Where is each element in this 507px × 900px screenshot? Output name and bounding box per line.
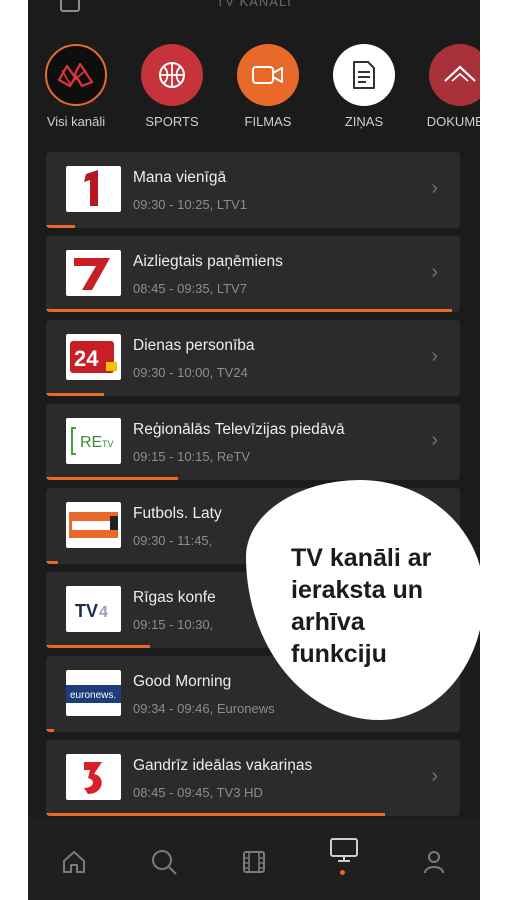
program-title: Aizliegtais paņēmiens bbox=[133, 253, 283, 270]
progress-bar bbox=[46, 813, 386, 816]
chevron-right-icon: › bbox=[431, 429, 438, 451]
chevron-right-icon: › bbox=[431, 177, 438, 199]
channel-row[interactable]: Gandrīz ideālas vakariņas 08:45 - 09:45,… bbox=[46, 740, 460, 816]
tv24-logo: 24 bbox=[66, 334, 121, 380]
svg-text:TV: TV bbox=[102, 439, 114, 449]
program-time: 09:15 - 10:15, ReTV bbox=[133, 449, 251, 464]
tv-icon[interactable] bbox=[324, 830, 364, 870]
program-time: 09:15 - 10:30, bbox=[133, 617, 214, 632]
channel-row[interactable]: RE TV Reģionālās Televīzijas piedāvā 09:… bbox=[46, 404, 460, 480]
profile-icon[interactable] bbox=[414, 842, 454, 882]
euronews-logo: euronews. bbox=[66, 670, 121, 716]
page-title: TV KANĀLI bbox=[216, 0, 292, 9]
category-label: Visi kanāli bbox=[46, 114, 106, 129]
home-icon[interactable] bbox=[54, 842, 94, 882]
program-time: 09:34 - 09:46, Euronews bbox=[133, 701, 275, 716]
category-label: SPORTS bbox=[145, 114, 199, 129]
sportacentrs-logo bbox=[66, 502, 121, 548]
category-documentaries[interactable]: DOKUMEN bbox=[415, 44, 480, 129]
program-title: Gandrīz ideālas vakariņas bbox=[133, 757, 313, 774]
progress-bar bbox=[46, 225, 75, 228]
channel-row[interactable]: Aizliegtais paņēmiens 08:45 - 09:35, LTV… bbox=[46, 236, 460, 312]
category-films[interactable]: FILMAS bbox=[223, 44, 313, 129]
svg-text:TV: TV bbox=[75, 601, 98, 621]
film-icon[interactable] bbox=[234, 842, 274, 882]
ltv7-logo bbox=[66, 250, 121, 296]
active-indicator bbox=[340, 870, 345, 875]
progress-bar bbox=[46, 729, 55, 732]
progress-bar bbox=[46, 477, 179, 480]
svg-text:24: 24 bbox=[74, 346, 99, 371]
program-title: Reģionālās Televīzijas piedāvā bbox=[133, 421, 345, 438]
category-label: ZIŅAS bbox=[344, 114, 384, 129]
all-channels-icon bbox=[45, 44, 107, 106]
category-row: Visi kanāli SPORTS FILMAS ZIŅAS DOKUME bbox=[28, 44, 480, 134]
top-bar: TV KANĀLI bbox=[28, 0, 480, 18]
basketball-icon bbox=[141, 44, 203, 106]
channel-row[interactable]: Mana vienīgā 09:30 - 10:25, LTV1 › bbox=[46, 152, 460, 228]
program-time: 08:45 - 09:45, TV3 HD bbox=[133, 785, 263, 800]
program-time: 09:30 - 10:25, LTV1 bbox=[133, 197, 247, 212]
category-label: FILMAS bbox=[244, 114, 292, 129]
program-time: 09:30 - 11:45, bbox=[133, 533, 213, 548]
program-title: Mana vienīgā bbox=[133, 169, 227, 186]
category-label: DOKUMEN bbox=[426, 114, 480, 129]
chevron-right-icon: › bbox=[431, 261, 438, 283]
program-title: Rīgas konfe bbox=[133, 589, 216, 606]
search-icon[interactable] bbox=[144, 842, 184, 882]
bottom-navigation bbox=[28, 818, 480, 900]
tv4-logo: TV 4 bbox=[66, 586, 121, 632]
progress-bar bbox=[46, 309, 452, 312]
program-title: Futbols. Laty bbox=[133, 505, 222, 522]
progress-bar bbox=[46, 645, 150, 648]
progress-bar bbox=[46, 561, 59, 564]
category-sports[interactable]: SPORTS bbox=[127, 44, 217, 129]
document-icon bbox=[333, 44, 395, 106]
progress-bar bbox=[46, 393, 104, 396]
category-all-channels[interactable]: Visi kanāli bbox=[31, 44, 121, 129]
chevron-right-icon: › bbox=[431, 765, 438, 787]
mountain-icon bbox=[429, 44, 480, 106]
category-news[interactable]: ZIŅAS bbox=[319, 44, 409, 129]
promo-text: TV kanāli ar ieraksta un arhīva funkciju bbox=[291, 544, 432, 668]
ltv1-logo bbox=[66, 166, 121, 212]
program-time: 09:30 - 10:00, TV24 bbox=[133, 365, 248, 380]
program-title: Good Morning bbox=[133, 673, 232, 690]
video-camera-icon bbox=[237, 44, 299, 106]
svg-text:4: 4 bbox=[99, 604, 108, 621]
app-screen: TV KANĀLI Visi kanāli SPORTS FILMAS ZIŅA… bbox=[28, 0, 480, 900]
svg-text:euronews.: euronews. bbox=[70, 690, 116, 701]
tv3-logo bbox=[66, 754, 121, 800]
chevron-right-icon: › bbox=[431, 345, 438, 367]
program-title: Dienas personība bbox=[133, 337, 255, 354]
program-time: 08:45 - 09:35, LTV7 bbox=[133, 281, 247, 296]
retv-logo: RE TV bbox=[66, 418, 121, 464]
svg-text:RE: RE bbox=[80, 434, 102, 451]
channel-row[interactable]: 24 Dienas personība 09:30 - 10:00, TV24 … bbox=[46, 320, 460, 396]
